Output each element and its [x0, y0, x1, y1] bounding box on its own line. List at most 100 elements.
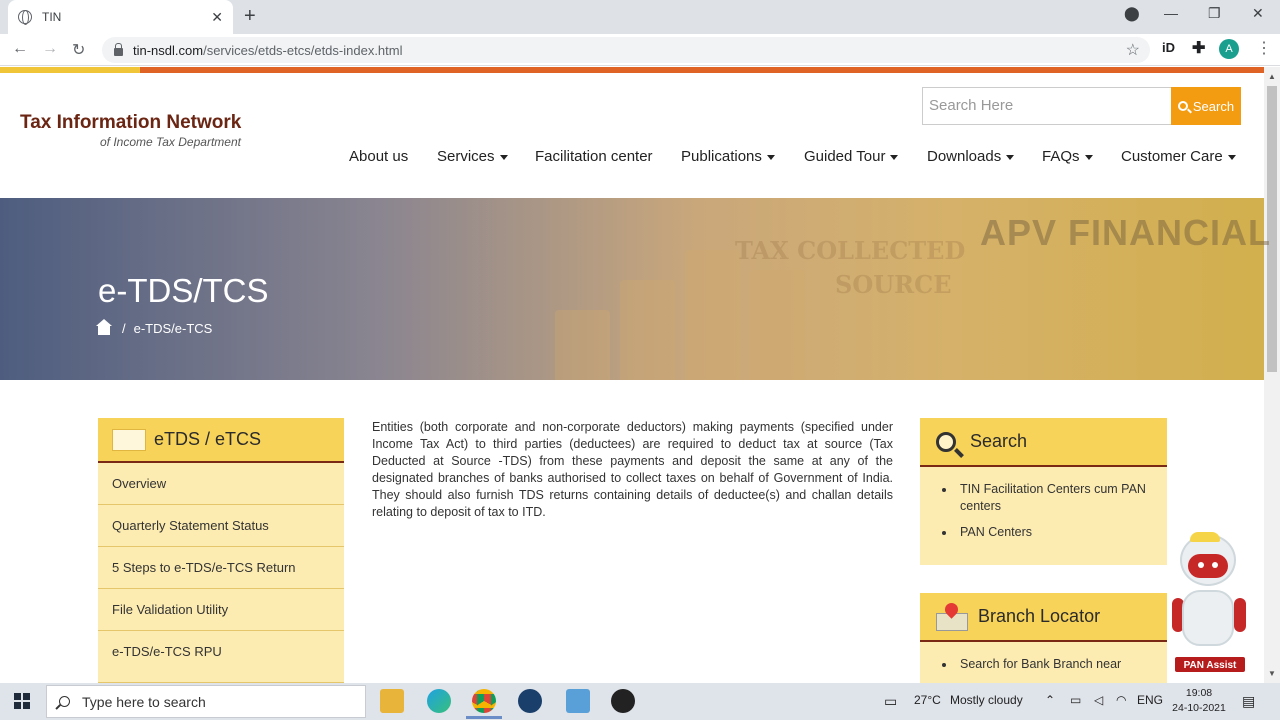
- caret-down-icon: [1227, 154, 1236, 160]
- hero-watermark-text: TAX COLLECTED: [735, 236, 966, 265]
- edge-icon[interactable]: [427, 689, 451, 713]
- sidebar-heading: eTDS / eTCS: [98, 418, 344, 463]
- active-app-indicator: [466, 716, 502, 719]
- caret-down-icon: [1006, 154, 1015, 160]
- profile-avatar[interactable]: A: [1219, 39, 1239, 59]
- new-tab-button[interactable]: +: [244, 5, 256, 28]
- file-explorer-icon[interactable]: [380, 689, 404, 713]
- taskbar-search-placeholder: Type here to search: [82, 693, 206, 710]
- extensions-puzzle-icon[interactable]: ✚: [1192, 38, 1205, 58]
- url-path: /services/etds-etcs/etds-index.html: [203, 42, 403, 58]
- branch-search-link[interactable]: Search for Bank Branch near: [942, 656, 1157, 673]
- scroll-down-icon[interactable]: ▼: [1268, 669, 1276, 678]
- sidebar-item-rpu[interactable]: e-TDS/e-TCS RPU: [98, 631, 344, 683]
- address-bar-row: ← → ↻ tin-nsdl.com/services/etds-etcs/et…: [0, 34, 1280, 66]
- sidebar-item-overview[interactable]: Overview: [98, 463, 344, 505]
- tab-title: TIN: [42, 10, 62, 24]
- restore-icon[interactable]: ❐: [1208, 5, 1221, 22]
- nav-label: Downloads: [927, 148, 1002, 165]
- nav-services[interactable]: Services: [437, 148, 508, 165]
- search-link-tin-facilitation[interactable]: TIN Facilitation Centers cum PAN centers: [942, 481, 1157, 515]
- url-field[interactable]: tin-nsdl.com/services/etds-etcs/etds-ind…: [102, 37, 1150, 63]
- bookmark-star-icon[interactable]: ☆: [1126, 40, 1140, 60]
- nav-label: FAQs: [1042, 148, 1080, 165]
- hero-coin-stack: [685, 250, 740, 380]
- bot-eye: [1212, 562, 1218, 568]
- site-search-button[interactable]: Search: [1171, 87, 1241, 125]
- sidebar-item-quarterly-statement-status[interactable]: Quarterly Statement Status: [98, 505, 344, 547]
- wifi-icon[interactable]: ◠: [1116, 693, 1126, 707]
- sidebar-item-file-validation-utility[interactable]: File Validation Utility: [98, 589, 344, 631]
- volume-icon[interactable]: ◁: [1094, 693, 1103, 707]
- url-host: tin-nsdl.com: [133, 42, 204, 58]
- nav-customer-care[interactable]: Customer Care: [1121, 148, 1236, 165]
- site-search-input[interactable]: Search Here: [922, 87, 1172, 125]
- scroll-up-icon[interactable]: ▲: [1268, 72, 1276, 81]
- breadcrumb-separator: /: [122, 321, 126, 336]
- hero-coin-stack: [750, 270, 805, 380]
- clock-time: 19:08: [1185, 687, 1213, 699]
- branch-locator-title: Branch Locator: [978, 606, 1101, 626]
- browser-menu-icon[interactable]: ⋮: [1256, 38, 1272, 58]
- app-c-icon[interactable]: [518, 689, 542, 713]
- hero-watermark-text: SOURCE: [835, 270, 952, 299]
- back-icon[interactable]: ←: [12, 40, 28, 58]
- browser-tab-bar: TIN ✕ + ⬤ — ❐ ✕: [0, 0, 1280, 34]
- intro-paragraph: Entities (both corporate and non-corpora…: [372, 420, 893, 519]
- top-accent-strip: [0, 67, 1264, 73]
- nav-label: Publications: [681, 148, 762, 165]
- hero-coin-stack: [620, 280, 675, 380]
- search-widget-body: TIN Facilitation Centers cum PAN centers…: [920, 467, 1167, 565]
- nav-about-us[interactable]: About us: [349, 148, 408, 165]
- sidebar-heading-label: eTDS / eTCS: [154, 429, 262, 449]
- nav-faqs[interactable]: FAQs: [1042, 148, 1093, 165]
- taskbar-search-input[interactable]: Type here to search: [46, 685, 366, 718]
- site-logo-subtitle: of Income Tax Department: [100, 135, 241, 149]
- caret-down-icon: [766, 154, 775, 160]
- home-icon[interactable]: [96, 318, 112, 335]
- language-indicator[interactable]: ENG: [1137, 693, 1163, 707]
- caret-down-icon: [499, 154, 508, 160]
- network-icon[interactable]: ▭: [1070, 693, 1081, 707]
- chevron-up-icon[interactable]: ⌃: [1045, 693, 1055, 707]
- minimize-icon[interactable]: —: [1164, 5, 1178, 21]
- hero-coin-stack: [555, 310, 610, 380]
- magnifier-icon: [936, 431, 956, 452]
- pan-assist-label: PAN Assist: [1174, 656, 1246, 673]
- app-window-icon[interactable]: [566, 689, 590, 713]
- obs-icon[interactable]: [611, 689, 635, 713]
- extension-id-icon[interactable]: iD: [1162, 40, 1175, 55]
- forward-icon[interactable]: →: [42, 40, 58, 58]
- temperature: 27°C: [914, 693, 941, 707]
- notification-icon[interactable]: ▤: [1242, 693, 1255, 710]
- search-link-pan-centers[interactable]: PAN Centers: [942, 524, 1157, 541]
- page-title: e-TDS/TCS: [98, 272, 269, 309]
- bot-hair: [1190, 532, 1220, 542]
- branch-locator-body: Search for Bank Branch near: [920, 642, 1167, 683]
- nav-label: Customer Care: [1121, 148, 1223, 165]
- window-close-icon[interactable]: ✕: [1252, 5, 1264, 22]
- site-logo-title[interactable]: Tax Information Network: [20, 112, 241, 134]
- nav-guided-tour[interactable]: Guided Tour: [804, 148, 899, 165]
- sidebar-item-5-steps[interactable]: 5 Steps to e-TDS/e-TCS Return: [98, 547, 344, 589]
- clock-date: 24-10-2021: [1172, 702, 1226, 714]
- profile-dropdown-icon[interactable]: ⬤: [1124, 5, 1140, 22]
- search-widget-title: Search: [970, 431, 1028, 451]
- windows-start-icon[interactable]: [14, 693, 30, 709]
- system-clock[interactable]: 19:08 24-10-2021: [1170, 686, 1228, 716]
- tab-close-icon[interactable]: ✕: [211, 9, 223, 26]
- branch-locator-heading: Branch Locator: [920, 593, 1167, 642]
- nav-facilitation-center[interactable]: Facilitation center: [535, 148, 653, 165]
- nav-publications[interactable]: Publications: [681, 148, 775, 165]
- reload-icon[interactable]: ↻: [72, 40, 85, 60]
- chrome-icon[interactable]: [472, 689, 496, 713]
- nav-label: Services: [437, 148, 495, 165]
- breadcrumb: / e-TDS/e-TCS: [96, 318, 212, 336]
- bot-arm: [1234, 598, 1246, 632]
- weather-status[interactable]: Mostly cloudy: [950, 693, 1023, 707]
- pan-assist-chatbot[interactable]: PAN Assist: [1168, 532, 1250, 674]
- nav-label: Guided Tour: [804, 148, 886, 165]
- hero-brand-watermark: APV FINANCIAL: [980, 212, 1271, 253]
- nav-downloads[interactable]: Downloads: [927, 148, 1015, 165]
- browser-tab[interactable]: TIN ✕: [8, 0, 233, 34]
